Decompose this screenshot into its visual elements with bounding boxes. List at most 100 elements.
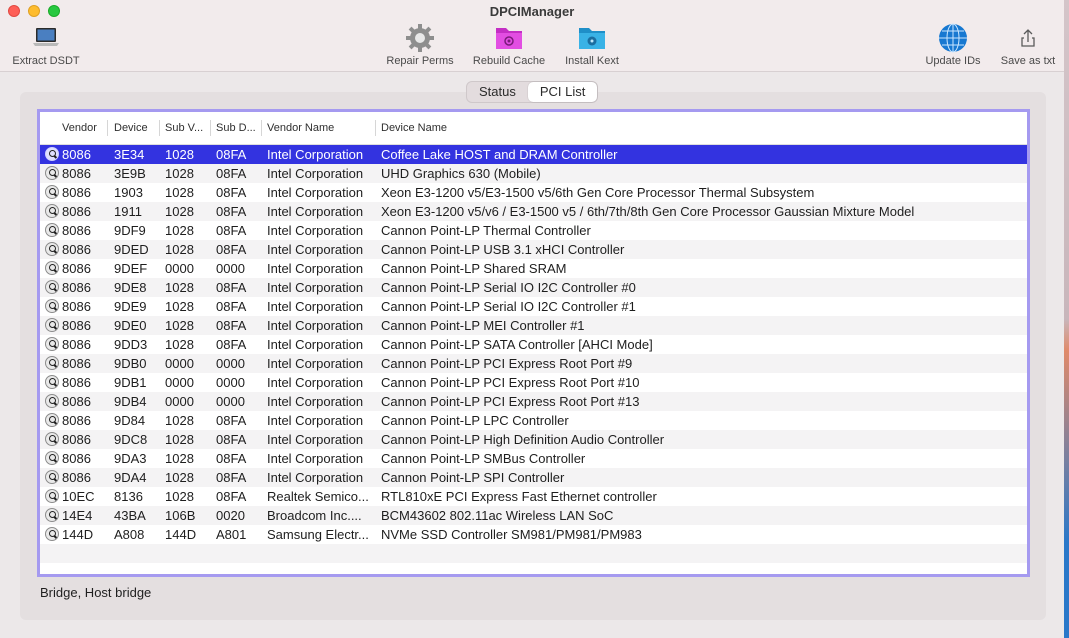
- vendor-name-cell: Intel Corporation: [267, 337, 364, 352]
- globe-icon: [939, 23, 967, 53]
- tab-pci-list[interactable]: PCI List: [527, 82, 598, 102]
- magnifier-icon: [45, 508, 59, 522]
- vendor-cell: 8086: [62, 261, 91, 276]
- device-cell: 9DED: [114, 242, 149, 257]
- vendor-cell: 8086: [62, 242, 91, 257]
- device-name-cell: Xeon E3-1200 v5/E3-1500 v5/6th Gen Core …: [381, 185, 815, 200]
- device-cell: 9DB4: [114, 394, 147, 409]
- view-tab-control: Status PCI List: [466, 81, 599, 103]
- vendor-cell: 8086: [62, 432, 91, 447]
- sub-vendor-cell: 1028: [165, 242, 194, 257]
- table-row[interactable]: 8086 9DB0 0000 0000 Intel Corporation Cannon …: [40, 354, 1027, 373]
- table-row[interactable]: 10EC 8136 1028 08FA Realtek Semico... RTL810x…: [40, 487, 1027, 506]
- table-row[interactable]: 8086 9DA4 1028 08FA Intel Corporation Cannon …: [40, 468, 1027, 487]
- table-row[interactable]: 8086 3E9B 1028 08FA Intel Corporation UHD Gra…: [40, 164, 1027, 183]
- column-header-vendor-name[interactable]: Vendor Name: [267, 122, 334, 134]
- table-row[interactable]: 8086 9DF9 1028 08FA Intel Corporation Cannon …: [40, 221, 1027, 240]
- vendor-cell: 8086: [62, 451, 91, 466]
- device-cell: 8136: [114, 489, 143, 504]
- table-row[interactable]: 8086 9DED 1028 08FA Intel Corporation Cannon …: [40, 240, 1027, 259]
- sub-device-cell: 0000: [216, 356, 245, 371]
- device-cell: 9DE8: [114, 280, 147, 295]
- magnifier-icon: [45, 204, 59, 218]
- sub-vendor-cell: 1028: [165, 413, 194, 428]
- magnifier-icon: [45, 147, 59, 161]
- sub-vendor-cell: 0000: [165, 261, 194, 276]
- table-row[interactable]: 8086 9DD3 1028 08FA Intel Corporation Cannon …: [40, 335, 1027, 354]
- magnifier-icon: [45, 337, 59, 351]
- magnifier-icon: [45, 527, 59, 541]
- vendor-cell: 8086: [62, 394, 91, 409]
- empty-row: [40, 563, 1027, 574]
- table-row[interactable]: 8086 9DE9 1028 08FA Intel Corporation Cannon …: [40, 297, 1027, 316]
- device-name-cell: Cannon Point-LP High Definition Audio Co…: [381, 432, 665, 447]
- sub-vendor-cell: 144D: [165, 527, 197, 542]
- status-text: Bridge, Host bridge: [40, 585, 152, 600]
- device-name-cell: Cannon Point-LP PCI Express Root Port #9: [381, 356, 633, 371]
- device-cell: 3E34: [114, 147, 145, 162]
- table-row[interactable]: 8086 9DA3 1028 08FA Intel Corporation Cannon …: [40, 449, 1027, 468]
- table-row[interactable]: 8086 3E34 1028 08FA Intel Corporation Coffee …: [40, 145, 1027, 164]
- column-header-sub-vendor[interactable]: Sub V...: [165, 122, 203, 134]
- table-row[interactable]: 8086 9D84 1028 08FA Intel Corporation Cannon …: [40, 411, 1027, 430]
- sub-device-cell: 08FA: [216, 166, 247, 181]
- magnifier-icon: [45, 470, 59, 484]
- table-row[interactable]: 144D A808 144D A801 Samsung Electr... NVMe SS…: [40, 525, 1027, 544]
- sub-device-cell: 08FA: [216, 470, 247, 485]
- column-header-device-name[interactable]: Device Name: [381, 122, 447, 134]
- table-row[interactable]: 8086 1903 1028 08FA Intel Corporation Xeon E3…: [40, 183, 1027, 202]
- magnifier-icon: [45, 223, 59, 237]
- device-name-cell: Cannon Point-LP LPC Controller: [381, 413, 569, 428]
- vendor-cell: 8086: [62, 470, 91, 485]
- column-header-vendor[interactable]: Vendor: [62, 122, 97, 134]
- install-kext-button[interactable]: Install Kext: [559, 22, 625, 68]
- device-name-cell: BCM43602 802.11ac Wireless LAN SoC: [381, 508, 614, 523]
- repair-perms-button[interactable]: Repair Perms: [383, 22, 457, 68]
- extract-dsdt-button[interactable]: Extract DSDT: [8, 22, 84, 68]
- table-row[interactable]: 8086 1911 1028 08FA Intel Corporation Xeon E3…: [40, 202, 1027, 221]
- vendor-cell: 8086: [62, 356, 91, 371]
- table-row[interactable]: 8086 9DE0 1028 08FA Intel Corporation Cannon …: [40, 316, 1027, 335]
- sub-device-cell: 0000: [216, 375, 245, 390]
- sub-vendor-cell: 1028: [165, 337, 194, 352]
- device-name-cell: Cannon Point-LP MEI Controller #1: [381, 318, 585, 333]
- save-as-txt-label: Save as txt: [1000, 55, 1056, 67]
- device-name-cell: Cannon Point-LP SATA Controller [AHCI Mo…: [381, 337, 653, 352]
- device-name-cell: UHD Graphics 630 (Mobile): [381, 166, 541, 181]
- tab-status[interactable]: Status: [467, 82, 528, 102]
- update-ids-button[interactable]: Update IDs: [920, 22, 986, 68]
- vendor-name-cell: Intel Corporation: [267, 394, 364, 409]
- magnifier-icon: [45, 375, 59, 389]
- save-as-txt-button[interactable]: Save as txt: [995, 22, 1061, 68]
- device-name-cell: Cannon Point-LP Serial IO I2C Controller…: [381, 280, 636, 295]
- device-cell: A808: [114, 527, 145, 542]
- vendor-cell: 144D: [62, 527, 94, 542]
- rebuild-cache-button[interactable]: Rebuild Cache: [469, 22, 549, 68]
- table-row[interactable]: 14E4 43BA 106B 0020 Broadcom Inc.... BCM43602…: [40, 506, 1027, 525]
- device-name-cell: Xeon E3-1200 v5/v6 / E3-1500 v5 / 6th/7t…: [381, 204, 915, 219]
- table-row[interactable]: 8086 9DEF 0000 0000 Intel Corporation Cannon …: [40, 259, 1027, 278]
- sub-vendor-cell: 1028: [165, 318, 194, 333]
- sub-device-cell: 08FA: [216, 223, 247, 238]
- sub-vendor-cell: 1028: [165, 204, 194, 219]
- column-header-sub-device[interactable]: Sub D...: [216, 122, 256, 134]
- table-row[interactable]: 8086 9DE8 1028 08FA Intel Corporation Cannon …: [40, 278, 1027, 297]
- vendor-name-cell: Intel Corporation: [267, 223, 364, 238]
- vendor-cell: 8086: [62, 299, 91, 314]
- pci-device-table[interactable]: Vendor Device Sub V... Sub D... Vendor N…: [37, 109, 1030, 577]
- table-row[interactable]: 8086 9DB1 0000 0000 Intel Corporation Cannon …: [40, 373, 1027, 392]
- device-cell: 9DE0: [114, 318, 147, 333]
- rebuild-cache-label: Rebuild Cache: [472, 55, 546, 67]
- device-cell: 9DEF: [114, 261, 148, 276]
- table-row[interactable]: 8086 9DC8 1028 08FA Intel Corporation Cannon …: [40, 430, 1027, 449]
- sub-device-cell: 08FA: [216, 147, 247, 162]
- magnifier-icon: [45, 356, 59, 370]
- sub-vendor-cell: 1028: [165, 280, 194, 295]
- device-name-cell: Cannon Point-LP Thermal Controller: [381, 223, 591, 238]
- column-header-device[interactable]: Device: [114, 122, 148, 134]
- vendor-name-cell: Intel Corporation: [267, 261, 364, 276]
- table-row[interactable]: 8086 9DB4 0000 0000 Intel Corporation Cannon …: [40, 392, 1027, 411]
- sub-vendor-cell: 1028: [165, 489, 194, 504]
- vendor-cell: 8086: [62, 185, 91, 200]
- sub-vendor-cell: 1028: [165, 223, 194, 238]
